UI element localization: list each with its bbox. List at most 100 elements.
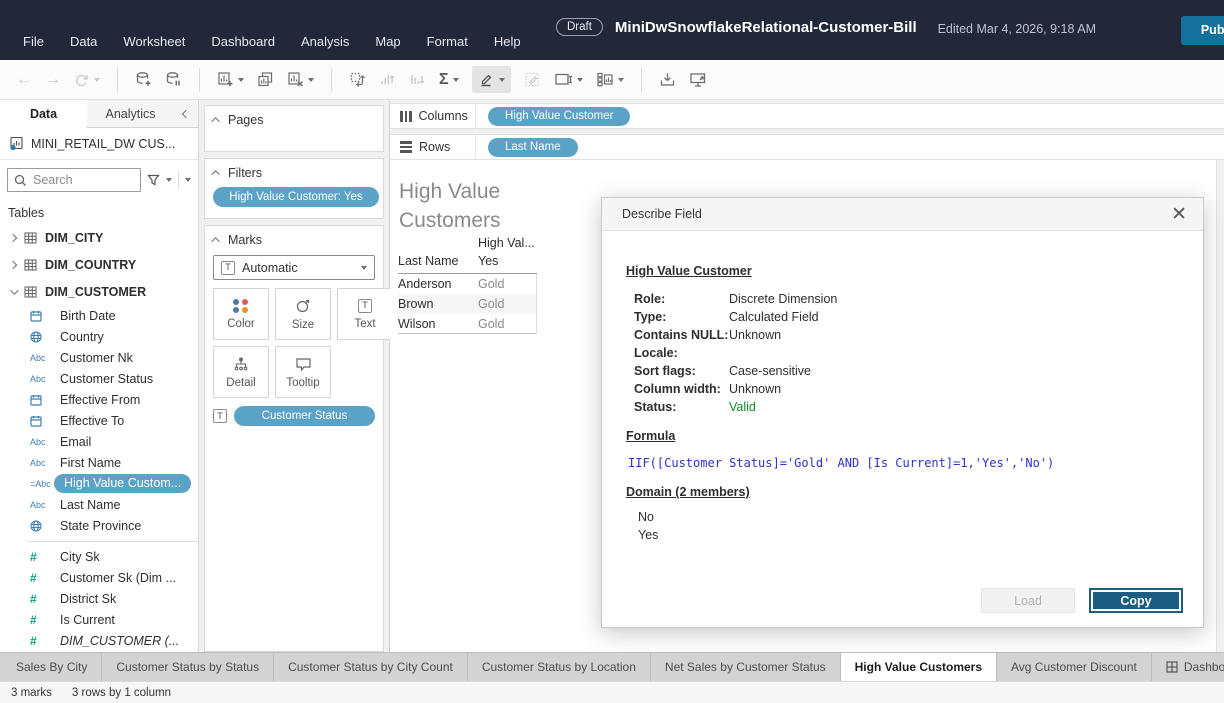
marks-card-header[interactable]: Marks [205,226,383,253]
row-header-cell[interactable]: Brown [398,297,478,311]
table-dim-customer[interactable]: DIM_CUSTOMER [0,278,198,305]
detail-button[interactable]: Detail [213,346,269,398]
menu-help[interactable]: Help [481,30,534,53]
filter-pill-high-value-customer[interactable]: High Value Customer: Yes [213,187,379,207]
vertical-scrollbar[interactable] [1216,160,1224,652]
expand-chevron-icon[interactable] [9,260,17,268]
datasource-row[interactable]: MINI_RETAIL_DW CUS... [0,128,198,160]
pill-last-name[interactable]: Last Name [488,138,578,157]
text-button[interactable]: T Text [337,288,393,340]
table-dim-country[interactable]: DIM_COUNTRY [0,251,198,278]
collapse-pane-icon[interactable] [174,100,198,128]
copy-button[interactable]: Copy [1089,588,1183,613]
field-email[interactable]: Abc Email [0,431,198,452]
presentation-mode-icon[interactable] [689,71,707,88]
tooltip-button[interactable]: Tooltip [275,346,331,398]
sort-descending-icon[interactable] [409,71,426,88]
measure-district-sk[interactable]: # District Sk [0,588,198,609]
data-pane-menu-icon[interactable] [185,178,191,182]
menu-file[interactable]: File [10,30,57,53]
menu-data[interactable]: Data [57,30,110,53]
fit-selector-icon[interactable] [554,71,583,88]
field-effective-to[interactable]: Effective To [0,410,198,431]
pill-customer-status[interactable]: Customer Status [234,406,375,426]
menu-map[interactable]: Map [362,30,413,53]
clear-sheet-icon[interactable] [287,71,314,88]
collapse-card-icon[interactable] [211,237,219,245]
highlight-icon[interactable] [472,66,511,93]
field-customer-status[interactable]: Abc Customer Status [0,368,198,389]
tab-data[interactable]: Data [0,100,87,128]
field-effective-from[interactable]: Effective From [0,389,198,410]
table-row[interactable]: Anderson Gold [398,274,537,294]
search-box[interactable] [7,168,141,192]
rows-shelf[interactable]: Rows Last Name [390,134,1224,160]
row-field-header[interactable]: Last Name [398,254,478,268]
pause-updates-icon[interactable] [165,71,182,88]
totals-sigma-icon[interactable]: Σ [439,71,459,89]
workbook-title[interactable]: MiniDwSnowflakeRelational-Customer-Bill [615,19,917,36]
menu-format[interactable]: Format [414,30,481,53]
measure-customer-sk[interactable]: # Customer Sk (Dim ... [0,567,198,588]
replay-icon[interactable] [74,72,100,88]
measure-is-current[interactable]: # Is Current [0,609,198,630]
tab-customer-status-by-status[interactable]: Customer Status by Status [102,653,274,681]
menu-worksheet[interactable]: Worksheet [110,30,198,53]
close-icon[interactable]: ✕ [1171,205,1187,224]
tab-net-sales-by-customer-status[interactable]: Net Sales by Customer Status [651,653,841,681]
field-state-province[interactable]: State Province [0,515,198,536]
mark-cell[interactable]: Gold [478,317,504,331]
field-high-value-customer[interactable]: =Abc High Value Custom... [0,473,198,494]
tab-customer-status-by-city-count[interactable]: Customer Status by City Count [274,653,468,681]
publish-button[interactable]: Publish [1181,16,1224,45]
text-mark-icon[interactable]: T [213,409,227,423]
field-first-name[interactable]: Abc First Name [0,452,198,473]
mark-type-dropdown[interactable]: T Automatic [213,255,375,280]
filter-caret-icon[interactable] [166,178,172,182]
field-birth-date[interactable]: Birth Date [0,305,198,326]
mark-cell[interactable]: Gold [478,297,504,311]
tab-avg-customer-discount[interactable]: Avg Customer Discount [997,653,1152,681]
duplicate-sheet-icon[interactable] [257,71,274,88]
row-header-cell[interactable]: Wilson [398,317,478,331]
menu-dashboard[interactable]: Dashboard [198,30,288,53]
mark-cell[interactable]: Gold [478,277,504,291]
table-row[interactable]: Wilson Gold [398,314,537,334]
columns-shelf[interactable]: Columns High Value Customer [390,103,1224,129]
table-dim-city[interactable]: DIM_CITY [0,224,198,251]
swap-rows-columns-icon[interactable] [349,71,366,88]
menu-analysis[interactable]: Analysis [288,30,362,53]
show-cards-icon[interactable] [596,71,624,88]
collapse-card-icon[interactable] [211,117,219,125]
redo-icon[interactable]: → [45,72,61,88]
sort-ascending-icon[interactable] [379,71,396,88]
measure-dim-customer-count[interactable]: # DIM_CUSTOMER (... [0,630,198,651]
field-customer-nk[interactable]: Abc Customer Nk [0,347,198,368]
filter-fields-icon[interactable] [147,174,160,186]
size-button[interactable]: Size [275,288,331,340]
dialog-header[interactable]: Describe Field ✕ [602,198,1203,231]
new-worksheet-icon[interactable] [217,71,244,88]
undo-icon[interactable]: ← [16,72,32,88]
format-icon[interactable] [524,71,541,88]
sheet-title[interactable]: High Value Customers [399,178,529,236]
table-row[interactable]: Brown Gold [398,294,537,314]
expand-chevron-icon[interactable] [9,233,17,241]
add-datasource-icon[interactable] [135,71,152,88]
row-header-cell[interactable]: Anderson [398,277,478,291]
search-input[interactable] [33,173,103,187]
field-name-selected[interactable]: High Value Custom... [54,474,191,493]
tab-analytics[interactable]: Analytics [87,100,174,128]
collapse-chevron-icon[interactable] [10,286,18,294]
field-last-name[interactable]: Abc Last Name [0,494,198,515]
pill-high-value-customer[interactable]: High Value Customer [488,107,630,126]
download-icon[interactable] [659,71,676,88]
tab-sales-by-city[interactable]: Sales By City [2,653,102,681]
color-button[interactable]: Color [213,288,269,340]
filters-card-header[interactable]: Filters [205,159,383,186]
tab-high-value-customers[interactable]: High Value Customers [841,653,997,681]
tab-dashboard-bill[interactable]: Dashboard - Bill [1152,653,1224,681]
column-member-header[interactable]: Yes [478,254,498,268]
field-country[interactable]: Country [0,326,198,347]
tab-customer-status-by-location[interactable]: Customer Status by Location [468,653,651,681]
